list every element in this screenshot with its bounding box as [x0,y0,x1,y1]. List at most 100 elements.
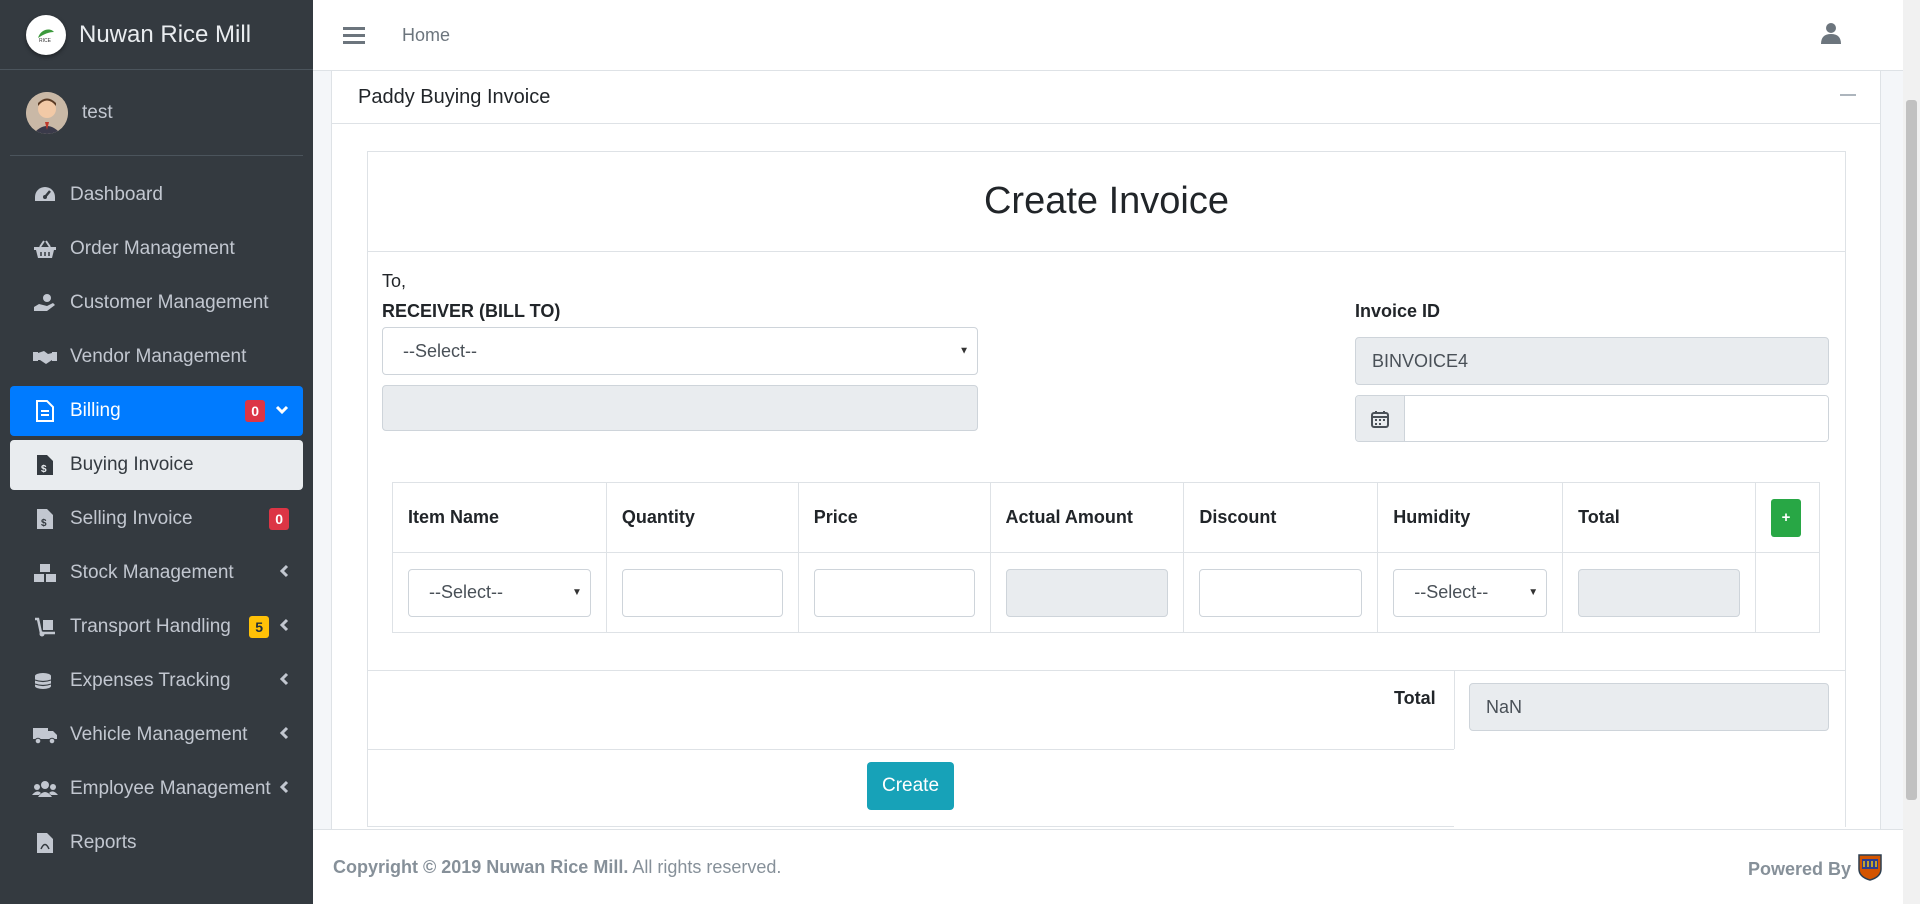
copyright-text: Copyright © 2019 Nuwan Rice Mill. [333,856,629,877]
sidebar-item-label: Stock Management [70,562,234,583]
handshake-icon [31,345,59,369]
top-navbar: Home [313,0,1920,71]
sidebar-item-transport-handling[interactable]: Transport Handling 5 [10,602,303,652]
sidebar-item-label: Billing [70,400,121,421]
column-header: Discount [1183,482,1379,553]
sidebar-item-label: Expenses Tracking [70,670,231,691]
hand-holding-dollar-icon [31,291,59,315]
receiver-address-field[interactable] [382,385,978,431]
selling-invoice-badge: 0 [269,508,289,530]
chevron-down-icon: ▼ [571,587,582,598]
receiver-select[interactable]: --Select-- ▼ [382,327,978,375]
powered-by-text: Powered By [1747,859,1851,879]
dashboard-icon [31,183,59,207]
boxes-icon [31,561,59,585]
chevron-down-icon: ▼ [959,345,969,357]
invoice-id-label: Invoice ID [1355,301,1441,321]
sidebar-item-customer-management[interactable]: Customer Management [10,278,303,328]
sidebar-item-label: Vehicle Management [70,724,248,745]
menu-toggle-icon[interactable] [343,23,365,48]
user-icon[interactable] [1821,22,1841,49]
quantity-input[interactable] [621,568,783,617]
dolly-icon [31,615,59,639]
chevron-left-icon [279,726,289,745]
row-total-field[interactable] [1578,568,1740,617]
basket-icon [31,237,59,261]
university-logo-icon [1857,853,1883,886]
truck-icon [31,723,59,747]
column-header: Price [797,482,991,553]
total-label: Total [1394,688,1436,708]
discount-input[interactable] [1199,568,1363,617]
calendar-icon[interactable] [1356,396,1405,441]
svg-text:$: $ [41,464,47,475]
invoice-heading-row: Create Invoice [368,152,1845,252]
brand-link[interactable]: RICE Nuwan Rice Mill [0,0,313,70]
chevron-left-icon [279,564,289,583]
card-header: Paddy Buying Invoice [332,71,1880,124]
scrollbar-thumb[interactable] [1906,100,1917,800]
sidebar-item-employee-management[interactable]: Employee Management [10,764,303,814]
sidebar-item-selling-invoice[interactable]: $ Selling Invoice 0 [10,494,303,544]
sidebar-item-label: Buying Invoice [70,454,194,475]
sidebar-item-reports[interactable]: Reports [10,818,303,868]
footer: Copyright © 2019 Nuwan Rice Mill. All ri… [313,829,1903,904]
sidebar-item-dashboard[interactable]: Dashboard [10,170,303,220]
sidebar-item-label: Dashboard [70,184,163,205]
chevron-down-icon [275,402,289,420]
item-select-value: --Select-- [429,582,504,602]
page-scrollbar[interactable] [1903,0,1920,904]
add-row-button[interactable]: + [1770,498,1801,537]
sidebar-item-label: Selling Invoice [70,508,193,529]
user-panel[interactable]: test [10,70,303,156]
chevron-left-icon [279,780,289,799]
users-icon [31,777,59,801]
sidebar-item-label: Employee Management [70,778,271,799]
svg-text:$: $ [41,518,47,529]
chevron-left-icon [279,618,289,637]
create-button[interactable]: Create [867,762,954,810]
sidebar-item-vendor-management[interactable]: Vendor Management [10,332,303,382]
sidebar-item-stock-management[interactable]: Stock Management [10,548,303,598]
invoice-icon: $ [31,507,59,531]
receiver-select-value: --Select-- [403,340,478,361]
price-input[interactable] [813,568,975,617]
column-header: Actual Amount [989,482,1185,553]
add-column-header: + [1754,482,1821,553]
rights-text: All rights reserved. [628,856,782,877]
sidebar-item-label: Order Management [70,238,235,259]
grand-total-field[interactable]: NaN [1469,683,1829,731]
item-name-select[interactable]: --Select-- ▼ [408,568,591,617]
table-header-row: Item Name Quantity Price Actual Amount D… [392,482,1821,553]
table-row: --Select-- ▼ --Select-- ▼ [392,552,1821,633]
invoice-dollar-icon: $ [31,453,59,477]
sidebar-item-order-management[interactable]: Order Management [10,224,303,274]
divider [368,670,1845,671]
sidebar-item-label: Reports [70,832,137,853]
humidity-select[interactable]: --Select-- ▼ [1393,568,1548,617]
column-header: Total [1562,482,1756,553]
receiver-label: RECEIVER (BILL TO) [382,301,561,321]
sidebar-item-label: Vendor Management [70,346,247,367]
invoice-id-field[interactable]: BINVOICE4 [1355,337,1829,385]
grand-total-value: NaN [1486,696,1523,717]
date-field[interactable] [1405,396,1828,441]
actual-amount-field[interactable] [1005,568,1169,617]
chevron-left-icon [279,672,289,691]
column-header: Humidity [1377,482,1564,553]
home-link[interactable]: Home [402,25,450,46]
sidebar-item-expenses-tracking[interactable]: Expenses Tracking [10,656,303,706]
user-name: test [82,101,113,123]
invoice-heading: Create Invoice [983,180,1229,222]
invoice-id-value: BINVOICE4 [1372,350,1469,371]
avatar [26,91,68,134]
date-input-group [1355,395,1829,442]
column-header: Quantity [605,482,799,553]
billing-badge: 0 [245,400,265,422]
sidebar-item-buying-invoice[interactable]: $ Buying Invoice [10,440,303,490]
collapse-icon[interactable] [1840,94,1856,96]
column-header: Item Name [392,482,607,553]
sidebar-item-vehicle-management[interactable]: Vehicle Management [10,710,303,760]
sidebar-item-billing[interactable]: Billing 0 [10,386,303,436]
pdf-file-icon [31,831,59,855]
